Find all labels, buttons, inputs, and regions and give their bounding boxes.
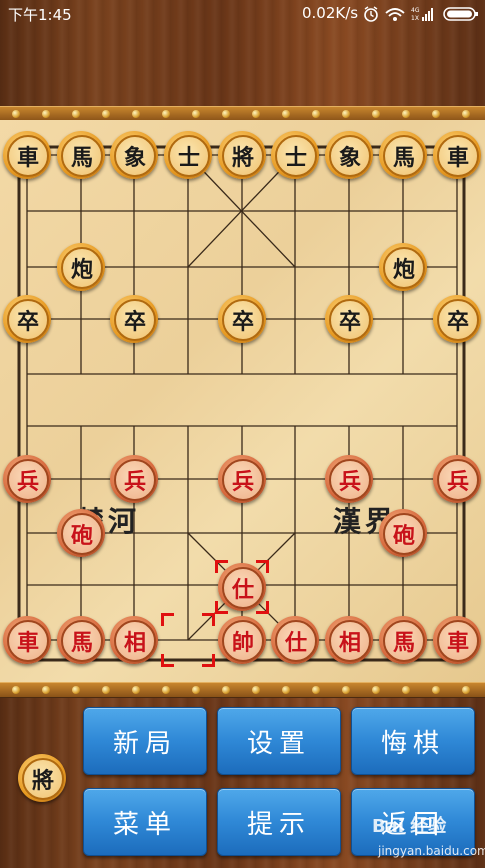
black-elephant-piece[interactable]: 象 bbox=[110, 131, 158, 179]
piece-label: 士 bbox=[168, 135, 210, 177]
new-game-button[interactable]: 新局 bbox=[83, 707, 207, 775]
hint-button[interactable]: 提示 bbox=[217, 788, 341, 856]
black-horse-piece[interactable]: 馬 bbox=[57, 131, 105, 179]
last-move-origin-marker bbox=[161, 613, 215, 667]
black-cannon-piece[interactable]: 炮 bbox=[57, 243, 105, 291]
baidu-jingyan-watermark: Bai 经验 jingyan.baidu.com bbox=[372, 812, 485, 866]
network-speed: 0.02K/s bbox=[302, 4, 359, 22]
red-soldier-piece[interactable]: 兵 bbox=[3, 455, 51, 503]
piece-label: 象 bbox=[329, 135, 371, 177]
piece-label: 兵 bbox=[329, 459, 371, 501]
piece-label: 車 bbox=[7, 620, 49, 662]
red-soldier-piece[interactable]: 兵 bbox=[325, 455, 373, 503]
black-soldier-piece[interactable]: 卒 bbox=[3, 295, 51, 343]
piece-label: 車 bbox=[437, 135, 479, 177]
piece-label: 相 bbox=[114, 620, 156, 662]
piece-label: 炮 bbox=[383, 247, 425, 289]
red-elephant-piece[interactable]: 相 bbox=[110, 616, 158, 664]
piece-label: 車 bbox=[7, 135, 49, 177]
piece-label: 將 bbox=[222, 135, 264, 177]
black-advisor-piece[interactable]: 士 bbox=[271, 131, 319, 179]
turn-indicator-piece: 將 bbox=[18, 754, 66, 802]
menu-button[interactable]: 菜单 bbox=[83, 788, 207, 856]
black-soldier-piece[interactable]: 卒 bbox=[325, 295, 373, 343]
black-soldier-piece[interactable]: 卒 bbox=[218, 295, 266, 343]
turn-indicator-label: 將 bbox=[22, 758, 64, 800]
piece-label: 馬 bbox=[383, 135, 425, 177]
undo-button[interactable]: 悔棋 bbox=[351, 707, 475, 775]
piece-label: 卒 bbox=[222, 299, 264, 341]
status-icons: 4G 1X bbox=[364, 6, 478, 22]
red-advisor-piece[interactable]: 仕 bbox=[271, 616, 319, 664]
red-elephant-piece[interactable]: 相 bbox=[325, 616, 373, 664]
piece-label: 馬 bbox=[383, 620, 425, 662]
status-time: 下午1:45 bbox=[8, 6, 72, 24]
piece-label: 兵 bbox=[7, 459, 49, 501]
settings-button[interactable]: 设置 bbox=[217, 707, 341, 775]
piece-label: 仕 bbox=[222, 567, 264, 609]
piece-label: 象 bbox=[114, 135, 156, 177]
red-chariot-piece[interactable]: 車 bbox=[3, 616, 51, 664]
watermark-sub: jingyan.baidu.com bbox=[378, 844, 485, 858]
bottom-rail bbox=[0, 682, 485, 698]
black-chariot-piece[interactable]: 車 bbox=[3, 131, 51, 179]
piece-label: 士 bbox=[275, 135, 317, 177]
piece-label: 仕 bbox=[275, 620, 317, 662]
watermark-main: Bai 经验 bbox=[372, 816, 447, 837]
piece-label: 車 bbox=[437, 620, 479, 662]
piece-label: 炮 bbox=[61, 247, 103, 289]
alarm-icon bbox=[364, 6, 378, 22]
piece-label: 兵 bbox=[222, 459, 264, 501]
network-type-top: 4G bbox=[411, 7, 420, 14]
black-soldier-piece[interactable]: 卒 bbox=[433, 295, 481, 343]
black-horse-piece[interactable]: 馬 bbox=[379, 131, 427, 179]
status-bar: 下午1:45 0.02K/s 4G 1X bbox=[0, 0, 485, 28]
black-cannon-piece[interactable]: 炮 bbox=[379, 243, 427, 291]
red-chariot-piece[interactable]: 車 bbox=[433, 616, 481, 664]
piece-label: 卒 bbox=[114, 299, 156, 341]
piece-label: 卒 bbox=[437, 299, 479, 341]
black-chariot-piece[interactable]: 車 bbox=[433, 131, 481, 179]
black-soldier-piece[interactable]: 卒 bbox=[110, 295, 158, 343]
red-soldier-piece[interactable]: 兵 bbox=[218, 455, 266, 503]
red-advisor-piece-moved[interactable]: 仕 bbox=[218, 563, 266, 611]
piece-label: 馬 bbox=[61, 620, 103, 662]
red-cannon-piece[interactable]: 砲 bbox=[379, 509, 427, 557]
piece-label: 兵 bbox=[437, 459, 479, 501]
piece-label: 砲 bbox=[383, 513, 425, 555]
network-type-bottom: 1X bbox=[411, 15, 419, 22]
piece-label: 砲 bbox=[61, 513, 103, 555]
wifi-icon bbox=[385, 8, 405, 21]
piece-label: 馬 bbox=[61, 135, 103, 177]
black-advisor-piece[interactable]: 士 bbox=[164, 131, 212, 179]
red-horse-piece[interactable]: 馬 bbox=[57, 616, 105, 664]
black-general-piece[interactable]: 將 bbox=[218, 131, 266, 179]
piece-label: 相 bbox=[329, 620, 371, 662]
red-general-piece[interactable]: 帥 bbox=[218, 616, 266, 664]
red-soldier-piece[interactable]: 兵 bbox=[110, 455, 158, 503]
red-soldier-piece[interactable]: 兵 bbox=[433, 455, 481, 503]
piece-label: 卒 bbox=[7, 299, 49, 341]
piece-label: 帥 bbox=[222, 620, 264, 662]
piece-label: 兵 bbox=[114, 459, 156, 501]
red-cannon-piece[interactable]: 砲 bbox=[57, 509, 105, 557]
red-horse-piece[interactable]: 馬 bbox=[379, 616, 427, 664]
black-elephant-piece[interactable]: 象 bbox=[325, 131, 373, 179]
battery-icon bbox=[443, 7, 478, 21]
piece-label: 卒 bbox=[329, 299, 371, 341]
signal-icon: 4G 1X bbox=[411, 7, 433, 22]
